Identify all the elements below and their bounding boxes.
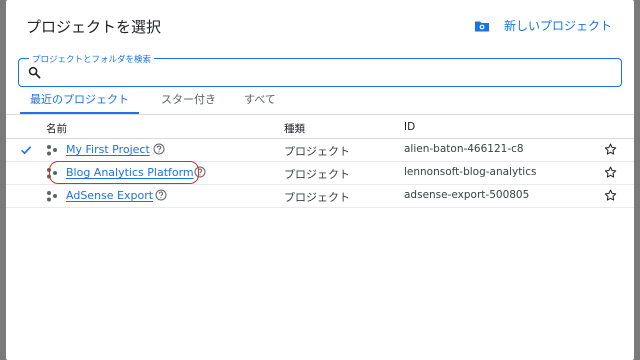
column-header-name: 名前	[46, 123, 67, 135]
help-circle-icon[interactable]	[155, 189, 167, 201]
project-selector-dialog: プロジェクトを選択 新しいプロジェクト プロジェクトとフォルダを検索 最近のプロ…	[6, 0, 634, 360]
star-outline-icon[interactable]	[604, 143, 617, 156]
project-type: プロジェクト	[284, 191, 350, 204]
tabs-divider	[6, 114, 634, 115]
project-name-link[interactable]: AdSense Export	[66, 189, 153, 202]
star-outline-icon[interactable]	[604, 189, 617, 202]
table-header: 名前 種類 ID	[6, 117, 634, 139]
highlight-annotation	[49, 161, 199, 184]
project-type: プロジェクト	[284, 168, 350, 181]
tab-starred[interactable]: スター付き	[149, 92, 228, 114]
folder-add-icon	[474, 18, 490, 34]
table-row[interactable]: AdSense Export プロジェクト adsense-export-500…	[6, 185, 634, 208]
search-input[interactable]	[47, 63, 607, 82]
new-project-label: 新しいプロジェクト	[503, 19, 612, 33]
search-field[interactable]: プロジェクトとフォルダを検索	[18, 53, 622, 87]
project-hub-icon	[47, 191, 57, 202]
project-id: lennonsoft-blog-analytics	[404, 166, 537, 178]
table-row[interactable]: My First Project プロジェクト alien-baton-4661…	[6, 139, 634, 162]
dialog-title: プロジェクトを選択	[26, 18, 162, 36]
search-icon	[28, 66, 41, 79]
tab-recent-projects[interactable]: 最近のプロジェクト	[18, 92, 141, 114]
project-id: adsense-export-500805	[404, 189, 530, 201]
project-name-link[interactable]: My First Project	[66, 143, 150, 156]
help-circle-icon[interactable]	[153, 143, 165, 155]
project-tabs: 最近のプロジェクト スター付き すべて	[18, 92, 288, 114]
column-header-type: 種類	[284, 123, 305, 135]
project-id: alien-baton-466121-c8	[404, 143, 524, 155]
column-header-id: ID	[404, 121, 416, 133]
project-type: プロジェクト	[284, 145, 350, 158]
check-icon	[20, 146, 32, 155]
new-project-button[interactable]: 新しいプロジェクト	[474, 17, 612, 34]
star-outline-icon[interactable]	[604, 166, 617, 179]
tab-all[interactable]: すべて	[232, 92, 288, 114]
project-hub-icon	[47, 145, 57, 156]
